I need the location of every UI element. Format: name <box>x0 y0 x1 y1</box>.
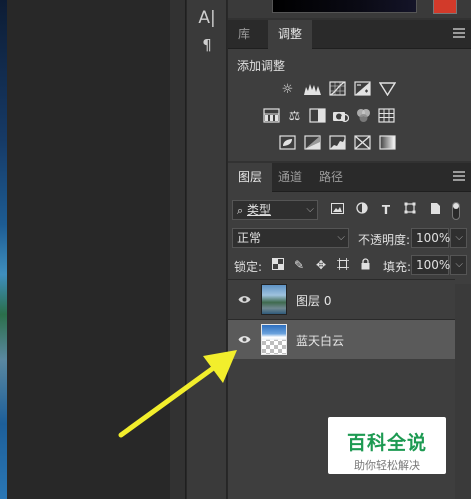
lock-image-pixels-icon[interactable]: ✎ <box>292 258 306 272</box>
lock-all-icon[interactable] <box>358 258 372 272</box>
chevron-down-icon: ⌵ <box>455 232 463 243</box>
lock-label: 锁定: <box>234 260 263 274</box>
character-panel-icon[interactable]: A| <box>187 8 227 28</box>
search-icon: ⌕ <box>237 204 244 217</box>
opacity-input[interactable]: 100% <box>411 228 450 248</box>
black-white-icon[interactable] <box>308 108 327 125</box>
selective-color-icon[interactable] <box>353 135 372 152</box>
workspace-background <box>7 0 170 499</box>
hue-saturation-icon[interactable] <box>262 108 281 125</box>
fill-dropdown-button[interactable]: ⌵ <box>450 255 467 275</box>
fill-label: 填充: <box>383 260 412 274</box>
channel-mixer-icon[interactable] <box>354 108 373 125</box>
tab-channels[interactable]: 通道 <box>268 163 312 192</box>
lock-transparent-pixels-icon[interactable] <box>271 258 285 272</box>
adjustments-row-3 <box>278 135 397 153</box>
filter-toggle-switch[interactable] <box>451 202 461 220</box>
watermark-title: 百科全说 <box>346 432 427 454</box>
chevron-down-icon: ⌵ <box>306 204 314 215</box>
panel-menu-icon[interactable] <box>453 28 465 40</box>
exposure-icon[interactable] <box>353 81 372 98</box>
adjustments-tabbar: 库 调整 <box>228 20 471 49</box>
filter-shape-icon[interactable] <box>402 202 418 218</box>
panel-dock-separator[interactable] <box>170 0 186 499</box>
tab-library[interactable]: 库 <box>228 20 260 49</box>
canvas-image-edge <box>0 0 7 499</box>
filter-smart-object-icon[interactable] <box>427 202 443 218</box>
layer-thumbnail <box>261 324 287 355</box>
eye-icon[interactable] <box>237 333 251 347</box>
paragraph-panel-icon[interactable]: ¶ <box>187 36 227 54</box>
lock-artboard-icon[interactable] <box>336 258 350 272</box>
color-lookup-icon[interactable] <box>377 108 396 125</box>
eye-icon[interactable] <box>237 293 251 307</box>
invert-icon[interactable] <box>278 135 297 152</box>
filter-pixel-icon[interactable] <box>329 202 345 218</box>
layer-row[interactable]: 图层 0 <box>228 279 455 319</box>
layers-tabbar: 图层 通道 路径 <box>228 163 471 192</box>
levels-icon[interactable] <box>303 81 322 98</box>
brightness-icon[interactable]: ☼ <box>278 81 297 98</box>
adjustments-row-1: ☼ <box>278 81 397 99</box>
opacity-dropdown-button[interactable]: ⌵ <box>450 228 467 248</box>
posterize-icon[interactable] <box>303 135 322 152</box>
chevron-down-icon: ⌵ <box>455 259 463 270</box>
layer-filter-value: 类型 <box>247 203 272 217</box>
blend-mode-dropdown[interactable]: 正常 ⌵ <box>232 228 349 248</box>
vibrance-icon[interactable] <box>378 81 397 98</box>
color-swatch[interactable] <box>433 0 457 14</box>
collapsed-panel-column: A| ¶ <box>187 0 227 499</box>
layer-row-selected[interactable]: 蓝天白云 <box>228 319 455 359</box>
photo-filter-icon[interactable] <box>331 108 350 125</box>
layers-scrollbar[interactable] <box>455 284 471 499</box>
lock-position-icon[interactable]: ✥ <box>314 258 328 272</box>
tab-paths[interactable]: 路径 <box>309 163 353 192</box>
layer-filter-dropdown[interactable]: ⌕ 类型 ⌵ <box>232 200 318 220</box>
tab-layers[interactable]: 图层 <box>228 163 273 192</box>
fill-input[interactable]: 100% <box>411 255 450 275</box>
layer-thumbnail <box>261 284 287 315</box>
layer-name[interactable]: 图层 0 <box>296 292 331 309</box>
adjustments-panel: 添加调整 ☼ ⚖ <box>228 49 471 161</box>
watermark-logo: 百科全说 助你轻松解决 <box>328 417 446 474</box>
panel-menu-icon[interactable] <box>453 171 465 183</box>
chevron-down-icon: ⌵ <box>337 232 345 243</box>
color-spectrum[interactable] <box>272 0 417 13</box>
layer-name[interactable]: 蓝天白云 <box>296 332 344 349</box>
color-panel <box>228 0 471 18</box>
threshold-icon[interactable] <box>328 135 347 152</box>
gradient-map-icon[interactable] <box>378 135 397 152</box>
tab-adjustments[interactable]: 调整 <box>268 20 313 49</box>
opacity-label: 不透明度: <box>358 233 411 247</box>
watermark-subtitle: 助你轻松解决 <box>354 459 420 472</box>
curves-icon[interactable] <box>328 81 347 98</box>
adjustments-row-2: ⚖ <box>262 108 396 126</box>
color-balance-icon[interactable]: ⚖ <box>285 108 304 125</box>
blend-mode-value: 正常 <box>237 231 262 245</box>
filter-type-icon[interactable]: T <box>378 202 394 218</box>
filter-adjustment-icon[interactable] <box>354 202 370 218</box>
adjustments-title: 添加调整 <box>237 59 286 73</box>
